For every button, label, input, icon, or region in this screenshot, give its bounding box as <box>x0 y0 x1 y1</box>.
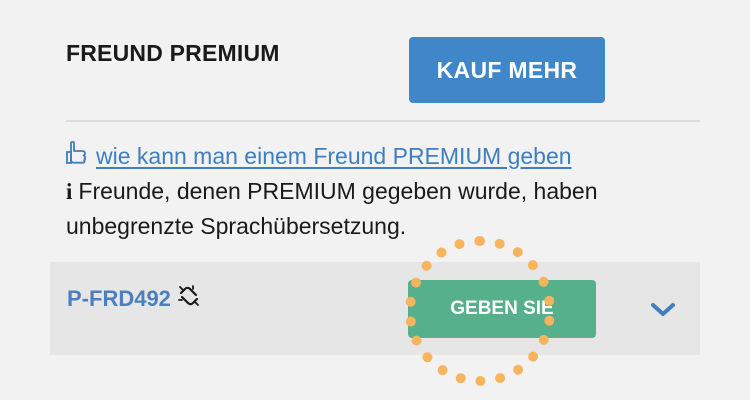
chevron-down-icon[interactable] <box>648 298 678 322</box>
divider <box>66 120 700 122</box>
thumbs-up-icon <box>66 140 90 172</box>
info-text-block: i Freunde, denen PREMIUM gegeben wurde, h… <box>66 174 706 243</box>
gift-code: P-FRD492 <box>67 284 201 314</box>
gift-code-label: P-FRD492 <box>67 286 171 311</box>
buy-more-button[interactable]: KAUF MEHR <box>409 37 605 103</box>
info-icon: i <box>66 179 73 204</box>
how-to-give-premium-link[interactable]: wie kann man einem Freund PREMIUM geben <box>96 143 572 170</box>
broken-link-icon[interactable] <box>177 284 201 314</box>
gift-code-row: P-FRD492 GEBEN SIE <box>50 262 700 355</box>
give-premium-button[interactable]: GEBEN SIE <box>408 280 596 338</box>
how-to-link-row[interactable]: wie kann man einem Freund PREMIUM geben <box>66 140 572 172</box>
info-text: Freunde, denen PREMIUM gegeben wurde, ha… <box>66 178 598 239</box>
section-title: FREUND PREMIUM <box>66 40 280 66</box>
